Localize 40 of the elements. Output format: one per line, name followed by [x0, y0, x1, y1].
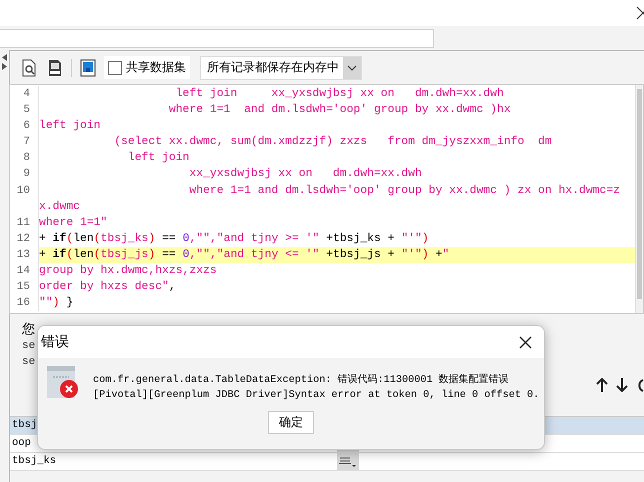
code-line: 15 order by hxzs desc", — [10, 279, 635, 296]
chevron-down-icon — [347, 64, 357, 70]
code-line: 5 where 1=1 and dm.lsdwh='oop' group by xx.dwmc )hx — [10, 102, 635, 118]
parameter-name: tbsj_ks — [11, 454, 56, 469]
hint-text: se — [22, 355, 36, 370]
left-arrow-icon[interactable] — [2, 54, 7, 61]
code-line: 14 group by hx.dwmc,hxzs,zxzs — [10, 263, 635, 280]
ok-button[interactable]: 确定 — [268, 411, 314, 434]
parameter-name: tbsj — [11, 418, 38, 433]
code-line: 9 xx_yxsdwjbsj xx on dm.dwh=xx.dwh — [10, 166, 635, 183]
scrollbar[interactable] — [635, 85, 643, 313]
up-arrow-icon[interactable] — [596, 378, 608, 392]
error-icon — [47, 366, 79, 399]
code-line: 6 left join — [10, 118, 635, 134]
code-line: 7 (select xx.dwmc, sum(dm.xmdzzjf) zxzs from dm_jyszxxm_info dm — [10, 134, 635, 150]
code-line: 16 "") } — [10, 295, 635, 312]
parameter-name: oop — [11, 436, 31, 451]
hint-text: 您 — [22, 321, 35, 338]
error-message: com.fr.general.data.TableDataException: 错误代码:11300001 数据集配置错误 — [93, 372, 510, 386]
line-number: 13 — [10, 246, 39, 264]
input-field[interactable] — [0, 28, 434, 48]
hint-text: se — [22, 339, 36, 354]
code-editor[interactable] — [9, 84, 644, 314]
code-line: 12 + if(len(tbsj_ks) == 0,"","and tjny >= '" +tbsj_ks + "'") — [10, 230, 635, 247]
code-line: 4 left join xx_yxsdwjbsj xx on dm.dwh=xx.dwh — [10, 86, 635, 102]
code-line: x.dwmc — [10, 198, 635, 215]
error-message: [Pivotal][Greenplum JDBC Driver]Syntax error at token 0, line 0 offset 0. — [93, 390, 540, 401]
close-icon[interactable] — [519, 336, 532, 348]
down-arrow-icon[interactable] — [616, 378, 628, 392]
parameter-row[interactable]: tbsj_ks — [10, 453, 644, 471]
right-arrow-icon[interactable] — [2, 63, 7, 70]
close-icon[interactable] — [636, 6, 644, 20]
code-line: 11 where 1=1" — [10, 214, 635, 231]
save-icon[interactable] — [78, 56, 98, 78]
code-line: 8 left join — [10, 150, 635, 166]
cache-mode-dropdown[interactable]: 所有记录都保存在内存中 — [200, 56, 362, 80]
share-dataset-checkbox[interactable]: 共享数据集 — [104, 56, 190, 79]
code-line: 10 where 1=1 and dm.lsdwh='oop' group by xx.dwmc ) zx on hx.dwmc=z — [10, 182, 635, 199]
dialog-title: 错误 — [41, 333, 69, 351]
type-icon[interactable] — [337, 453, 359, 470]
